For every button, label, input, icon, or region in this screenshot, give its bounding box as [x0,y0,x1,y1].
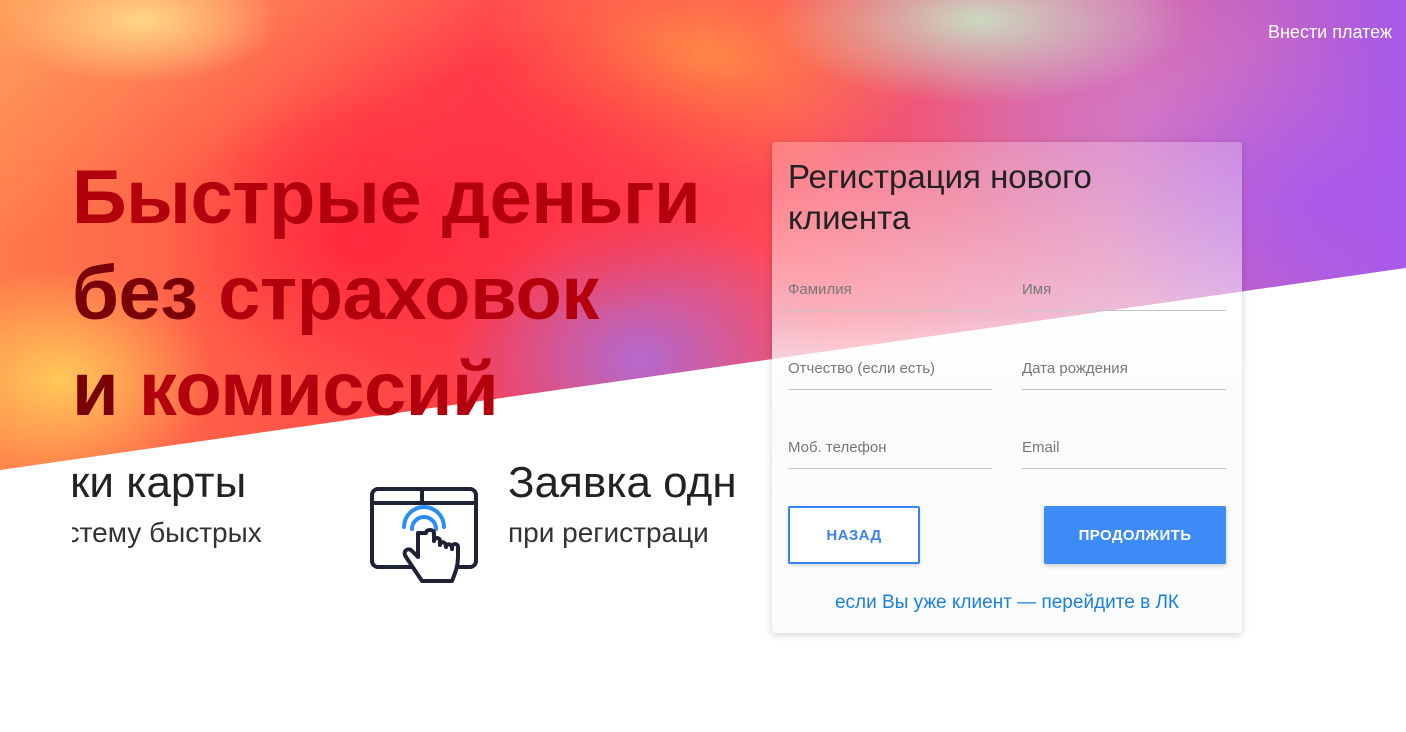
birth-date-input[interactable] [1022,353,1226,383]
continue-button[interactable]: ПРОДОЛЖИТЬ [1044,506,1226,564]
make-payment-link[interactable]: Внести платеж [1268,22,1392,43]
features-carousel: зки карты истему быстрых Заявка одн при … [72,455,744,605]
email-field-wrap [1022,432,1226,469]
patronymic-input[interactable] [788,353,992,383]
feature-card-card-binding: зки карты истему быстрых [72,455,262,551]
back-button[interactable]: НАЗАД [788,506,920,564]
patronymic-field-wrap [788,353,992,390]
feature-card-quick-application: Заявка одн при регистраци [508,455,737,551]
headline-line-3: и комиссий [72,342,700,438]
hero-headline: Быстрые деньги без страховок и комиссий [72,150,701,438]
last-name-input[interactable] [788,274,992,304]
feature-title: Заявка одн [508,458,737,507]
first-name-field-wrap [1022,274,1226,311]
registration-title: Регистрация нового клиента [788,158,1092,236]
last-name-field-wrap [788,274,992,311]
headline-line-1: Быстрые деньги [72,155,701,240]
touch-screen-icon [370,487,478,583]
phone-input[interactable] [788,432,992,462]
headline-line-3-a: и [72,347,139,432]
birth-date-field-wrap [1022,353,1226,390]
feature-title: зки карты [72,458,247,507]
headline-line-2-b: страховок [218,251,599,336]
headline-line-3-b: комиссий [138,347,499,432]
phone-field-wrap [788,432,992,469]
registration-form-card: Регистрация нового клиента НАЗАД ПРОДОЛЖ… [772,142,1242,633]
feature-description: истему быстрых [72,517,262,548]
first-name-input[interactable] [1022,274,1226,304]
email-input[interactable] [1022,432,1226,462]
headline-line-2: без страховок [72,246,700,342]
feature-description: при регистраци [508,517,709,548]
login-account-link[interactable]: если Вы уже клиент — перейдите в ЛК [772,592,1242,614]
headline-line-2-a: без [72,251,198,336]
